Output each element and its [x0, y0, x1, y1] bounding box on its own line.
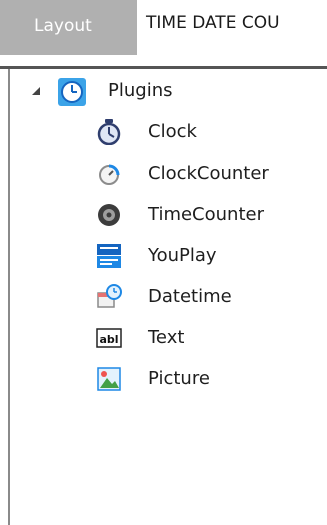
youplay-icon	[96, 243, 122, 269]
tree-item-youplay[interactable]: YouPlay	[96, 243, 316, 277]
tree-item-label: Clock	[148, 121, 197, 142]
tree-item-text[interactable]: abl Text	[96, 325, 316, 359]
stopwatch-icon	[96, 119, 122, 146]
tree-item-clockcounter[interactable]: ClockCounter	[96, 161, 316, 195]
tree-root-label: Plugins	[108, 80, 173, 101]
tree-item-label: YouPlay	[148, 245, 217, 266]
tree-item-picture[interactable]: Picture	[96, 366, 316, 400]
tree-item-label: Datetime	[148, 286, 232, 307]
tab-time-date-counter-label: TIME DATE COU	[146, 13, 280, 33]
clock-badge-icon	[58, 78, 86, 106]
tree-root-plugins[interactable]: Plugins	[26, 78, 226, 108]
time-counter-icon	[96, 202, 122, 228]
tree-item-label: Text	[148, 327, 185, 348]
tree-item-label: Picture	[148, 368, 210, 389]
tree-item-clock[interactable]: Clock	[96, 119, 316, 153]
tree-item-timecounter[interactable]: TimeCounter	[96, 202, 316, 236]
text-abl-icon: abl	[96, 325, 122, 351]
tab-layout[interactable]: Layout	[0, 0, 137, 55]
tree-item-datetime[interactable]: Datetime	[96, 284, 316, 318]
picture-icon	[96, 366, 122, 392]
tab-time-date-counter[interactable]: TIME DATE COU	[137, 0, 327, 50]
svg-text:abl: abl	[99, 333, 118, 346]
tab-layout-label: Layout	[34, 16, 92, 36]
tree-item-label: TimeCounter	[148, 204, 264, 225]
expand-collapse-icon[interactable]	[32, 87, 40, 95]
tab-bar: Layout TIME DATE COU	[0, 0, 327, 55]
clock-counter-icon	[96, 161, 122, 187]
datetime-icon	[96, 284, 122, 310]
tree-item-label: ClockCounter	[148, 163, 269, 184]
